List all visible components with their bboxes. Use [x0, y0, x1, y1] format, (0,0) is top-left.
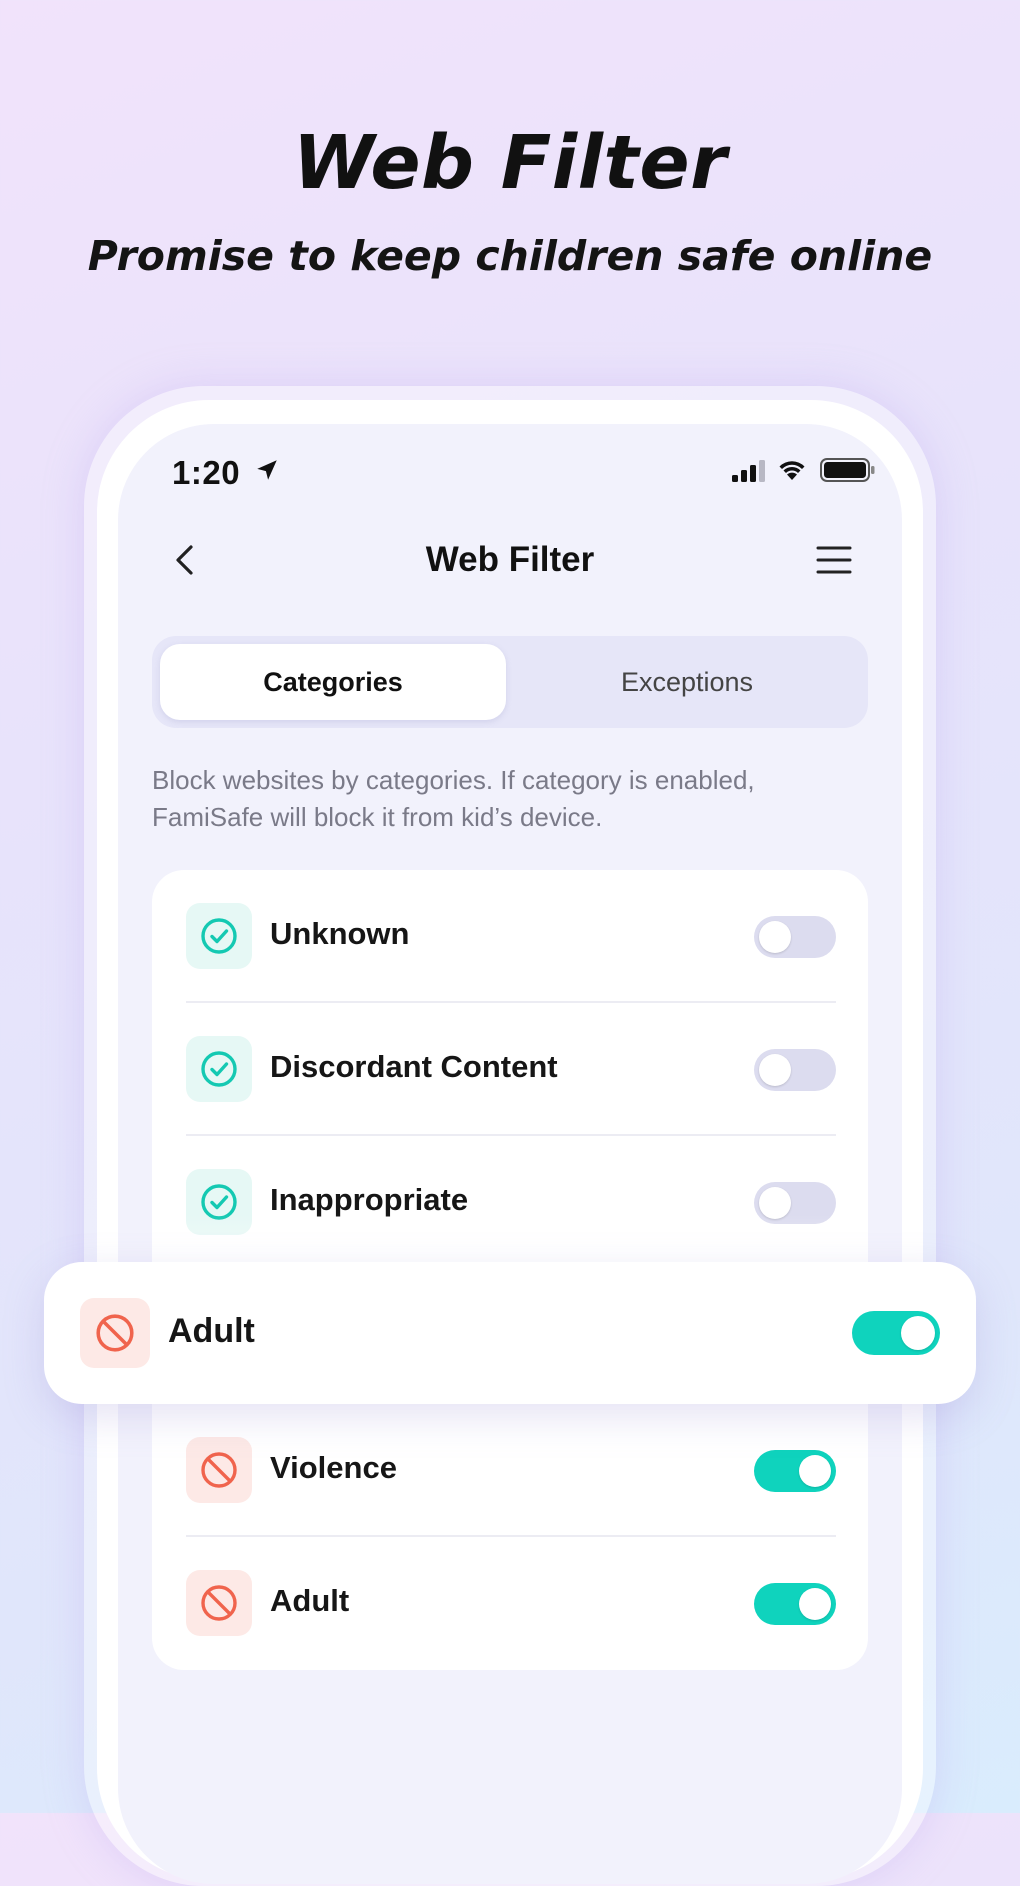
tab-bar: Categories Exceptions	[152, 636, 868, 728]
category-toggle-unknown[interactable]	[754, 916, 836, 958]
toggle-knob	[799, 1588, 831, 1620]
toggle-knob	[799, 1455, 831, 1487]
hero-title: Web Filter	[292, 120, 728, 206]
category-toggle-adult[interactable]	[754, 1583, 836, 1625]
phone-screen: 1:20 Web Filter Categories Exceptions Bl…	[118, 424, 902, 1884]
toggle-knob	[759, 1054, 791, 1086]
highlighted-category-toggle[interactable]	[852, 1311, 940, 1355]
category-icon-box	[186, 1570, 252, 1636]
highlighted-category-card: Adult	[44, 1262, 976, 1404]
check-circle-icon	[201, 1051, 237, 1087]
category-row-adult: Adult	[186, 1537, 836, 1670]
hero-subtitle: Promise to keep children safe online	[87, 232, 933, 280]
cellular-signal-icon	[732, 460, 765, 482]
category-icon-box	[186, 1437, 252, 1503]
hamburger-menu-icon[interactable]	[814, 542, 854, 578]
category-label: Unknown	[270, 916, 410, 951]
nav-title: Web Filter	[425, 540, 595, 579]
category-row-violence: Violence	[186, 1404, 836, 1537]
category-icon-box	[186, 903, 252, 969]
category-row-unknown: Unknown	[186, 870, 836, 1003]
toggle-knob	[759, 921, 791, 953]
category-label: Adult	[168, 1312, 255, 1350]
category-toggle-violence[interactable]	[754, 1450, 836, 1492]
category-icon-box	[80, 1298, 150, 1368]
description-text: Block websites by categories. If categor…	[152, 765, 755, 832]
tab-categories[interactable]: Categories	[160, 644, 506, 720]
block-icon	[201, 1452, 237, 1488]
category-row-discordant-content: Discordant Content	[186, 1003, 836, 1136]
category-toggle-discordant-content[interactable]	[754, 1049, 836, 1091]
tab-exceptions[interactable]: Exceptions	[514, 644, 860, 720]
category-icon-box	[186, 1036, 252, 1102]
battery-icon	[820, 458, 875, 482]
check-circle-icon	[201, 918, 237, 954]
wifi-icon	[779, 461, 805, 480]
category-label: Inappropriate	[270, 1182, 469, 1217]
location-arrow-icon	[257, 460, 277, 480]
toggle-knob	[901, 1316, 935, 1350]
block-icon	[201, 1585, 237, 1621]
category-label: Violence	[270, 1450, 397, 1485]
block-icon	[96, 1314, 134, 1352]
status-time: 1:20	[172, 454, 241, 491]
category-label: Discordant Content	[270, 1049, 558, 1084]
category-label: Adult	[270, 1583, 350, 1618]
